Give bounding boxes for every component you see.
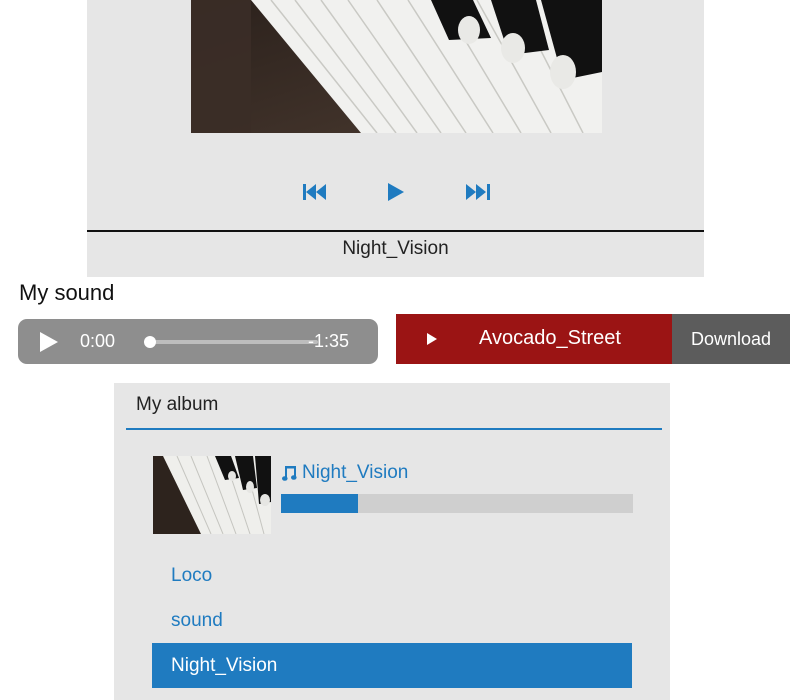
album-progress-fill — [281, 494, 359, 513]
piano-keys-illustration — [191, 0, 602, 133]
album-current-track: Night_Vision — [282, 462, 408, 484]
skip-forward-icon — [466, 184, 490, 200]
previous-track-button[interactable] — [300, 177, 330, 207]
my-sound-heading: My sound — [19, 280, 115, 305]
now-playing-title: Night_Vision — [342, 238, 449, 259]
audio-seek-track[interactable] — [148, 340, 318, 344]
song-button-label: Avocado_Street — [479, 327, 621, 349]
skip-back-icon — [303, 184, 326, 200]
divider — [87, 230, 704, 232]
audio-player: 0:00 -1:35 — [18, 319, 378, 364]
download-button[interactable]: Download — [672, 314, 790, 364]
album-thumbnail — [153, 456, 271, 534]
play-button[interactable] — [381, 177, 411, 207]
playlist-item[interactable]: sound — [152, 598, 632, 643]
playlist: Loco sound Night_Vision — [152, 553, 632, 688]
play-icon — [388, 183, 404, 201]
music-player-card: Night_Vision — [87, 0, 704, 277]
play-icon — [40, 332, 58, 352]
music-note-icon — [282, 465, 297, 481]
album-panel: My album Night_Vision Loco sound Night_V… — [114, 383, 670, 700]
song-play-button[interactable]: Avocado_Street — [396, 314, 672, 364]
playlist-item[interactable]: Loco — [152, 553, 632, 598]
next-track-button[interactable] — [463, 177, 493, 207]
album-current-track-label: Night_Vision — [302, 462, 409, 483]
audio-seek-thumb[interactable] — [144, 336, 156, 348]
playlist-item[interactable]: Night_Vision — [152, 643, 632, 688]
current-time: 0:00 — [80, 331, 116, 351]
album-divider — [126, 428, 662, 430]
album-title: My album — [136, 394, 219, 415]
album-cover-image — [191, 0, 602, 133]
audio-play-button[interactable] — [38, 331, 60, 353]
playback-controls — [87, 177, 704, 207]
piano-keys-thumbnail — [153, 456, 271, 534]
remaining-time: -1:35 — [308, 331, 350, 351]
album-progress-bar[interactable] — [281, 494, 633, 513]
